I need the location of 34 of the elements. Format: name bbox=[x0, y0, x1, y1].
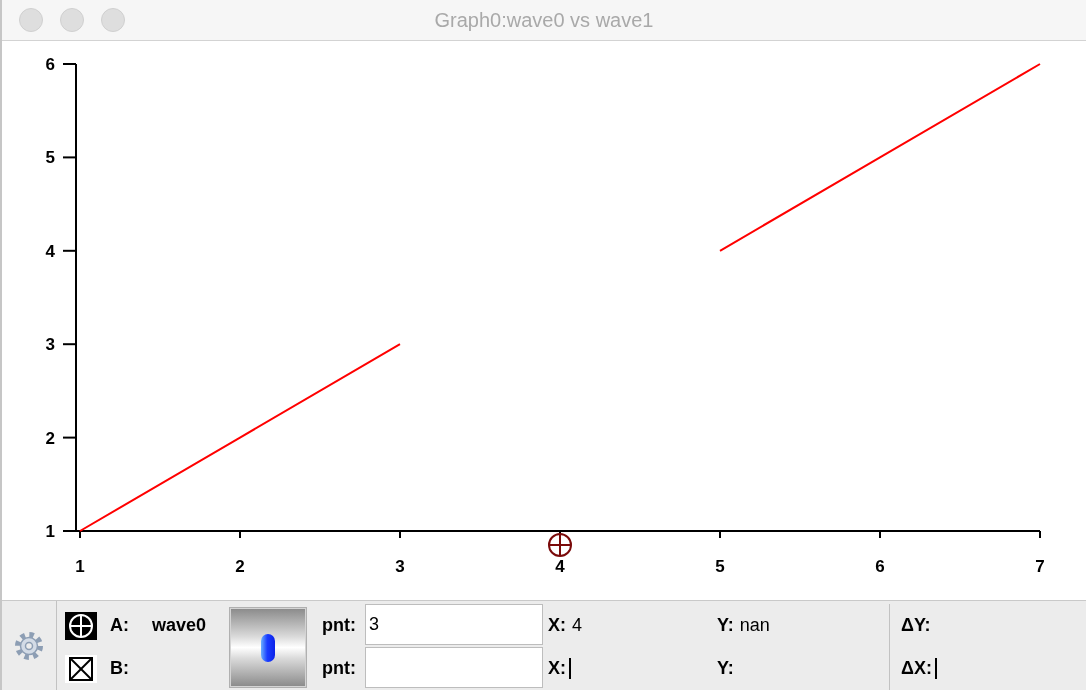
axis-tick-label: 2 bbox=[45, 428, 55, 448]
delta-label: ΔX: bbox=[901, 658, 932, 679]
axis-tick-label: 4 bbox=[555, 557, 565, 576]
wave-name: wave0 bbox=[152, 615, 208, 636]
y-label: Y: bbox=[717, 615, 734, 636]
slider-thumb-icon[interactable] bbox=[261, 633, 275, 662]
crossed-box-icon[interactable] bbox=[65, 654, 97, 683]
point-input[interactable] bbox=[365, 647, 543, 688]
axis-tick-label: 5 bbox=[715, 557, 725, 576]
cursor-marker-icon[interactable] bbox=[548, 533, 572, 557]
cursor-label: B: bbox=[109, 658, 130, 679]
axis-tick-label: 1 bbox=[75, 557, 85, 576]
axis-tick-label: 6 bbox=[45, 55, 55, 74]
axis-tick-label: 5 bbox=[45, 148, 55, 168]
y-label: Y: bbox=[717, 658, 734, 679]
axis-tick-label: 3 bbox=[395, 557, 405, 576]
axis-tick-label: 7 bbox=[1035, 557, 1045, 576]
x-value: 4 bbox=[572, 615, 582, 636]
axis-tick-label: 2 bbox=[235, 557, 245, 576]
window-title: Graph0:wave0 vs wave1 bbox=[434, 8, 654, 32]
axis-tick-label: 1 bbox=[45, 522, 55, 541]
axis-tick-label: 3 bbox=[45, 335, 55, 355]
axis-tick-label: 4 bbox=[45, 241, 55, 261]
cursor-slider[interactable] bbox=[229, 607, 307, 688]
axis-tick-label: 6 bbox=[875, 557, 885, 576]
x-label: X: bbox=[548, 658, 566, 679]
cursor-label: A: bbox=[109, 615, 130, 636]
y-value: nan bbox=[739, 615, 770, 636]
delta-label: ΔY: bbox=[901, 615, 931, 636]
x-label: X: bbox=[548, 615, 566, 636]
field-label: pnt: bbox=[321, 615, 357, 636]
field-label: pnt: bbox=[321, 658, 357, 679]
point-input[interactable]: 3 bbox=[365, 604, 543, 645]
crosshair-icon[interactable] bbox=[65, 611, 97, 640]
